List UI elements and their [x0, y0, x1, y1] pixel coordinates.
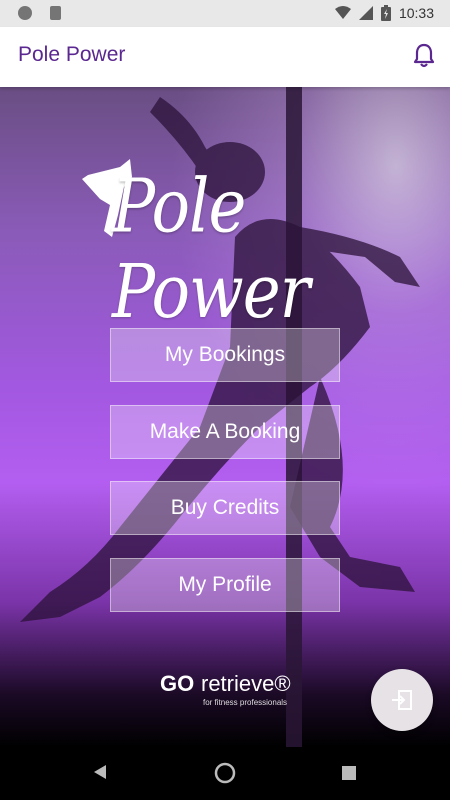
wifi-icon: [334, 6, 351, 19]
app-title: Pole Power: [18, 43, 126, 66]
buy-credits-button[interactable]: Buy Credits: [110, 481, 340, 535]
hero-background: Pole Power My Bookings Make A Booking Bu…: [0, 87, 450, 747]
notification-dot-icon: [18, 6, 32, 20]
logout-fab[interactable]: [371, 669, 433, 731]
recents-icon[interactable]: [341, 765, 357, 781]
signal-icon: [358, 6, 373, 20]
brand-mark: GO: [160, 671, 195, 696]
status-bar: 10:33: [0, 0, 450, 27]
brand-tagline: for fitness professionals: [203, 698, 288, 707]
my-profile-button[interactable]: My Profile: [110, 558, 340, 612]
system-nav-bar: [0, 747, 450, 800]
sd-card-icon: [50, 6, 61, 20]
my-bookings-button[interactable]: My Bookings: [110, 328, 340, 382]
home-icon[interactable]: [214, 762, 236, 784]
status-right: 10:33: [334, 5, 434, 21]
status-left: [18, 6, 61, 20]
status-time: 10:33: [398, 5, 434, 21]
logo-wordmark: Pole Power: [112, 165, 310, 336]
retrieve-brand: GO retrieve® for fitness professionals: [160, 671, 300, 711]
back-icon[interactable]: [92, 763, 108, 781]
brand-name: retrieve®: [201, 671, 291, 696]
app-bar: Pole Power: [0, 27, 450, 87]
bell-icon[interactable]: [412, 43, 436, 69]
battery-charging-icon: [380, 5, 391, 21]
make-a-booking-button[interactable]: Make A Booking: [110, 405, 340, 459]
logout-icon: [392, 690, 412, 710]
